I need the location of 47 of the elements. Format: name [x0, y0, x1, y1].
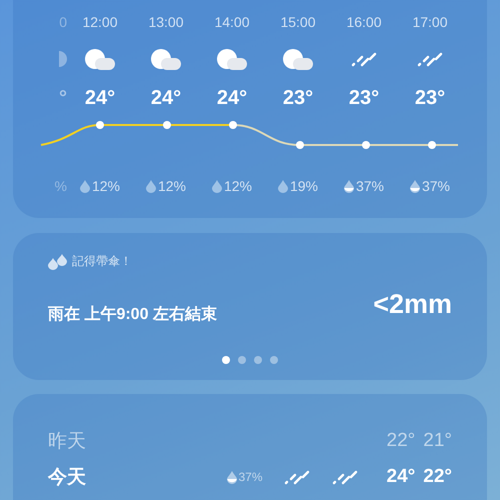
- high-temperature: 22°: [386, 430, 416, 452]
- hour-time: 14:00: [214, 14, 250, 30]
- hour-temperature: 24°: [150, 86, 182, 110]
- hour-temperature: 23°: [414, 86, 446, 110]
- precipitation-chance: 12%: [224, 178, 252, 194]
- hour-time: 0: [59, 14, 67, 30]
- rain-icon: [282, 469, 311, 485]
- raindrop-icon: [344, 180, 354, 192]
- low-temperature: 22°: [423, 466, 452, 488]
- raindrop-icon: [226, 470, 236, 484]
- rain-icon: [416, 51, 444, 67]
- precipitation-chance: %: [54, 178, 67, 194]
- precipitation-chance: 19%: [290, 178, 318, 194]
- hour-temperature: °: [59, 86, 67, 110]
- raindrop-icon: [278, 180, 288, 192]
- precipitation-chance: 37%: [422, 178, 450, 194]
- page-dot[interactable]: [270, 356, 278, 364]
- raindrop-icon: [410, 180, 420, 192]
- precipitation-chance: 12%: [158, 178, 186, 194]
- umbrella-reminder: 記得帶傘！: [72, 253, 132, 270]
- raindrops-icon: [48, 254, 68, 270]
- precipitation-chance: 12%: [92, 178, 120, 194]
- raindrop-icon: [212, 180, 222, 192]
- precipitation-chance: 37%: [356, 178, 384, 194]
- day-name: 今天: [48, 466, 87, 490]
- hour-temperature: 24°: [84, 86, 116, 110]
- hour-time: 17:00: [412, 14, 448, 30]
- hour-time: 16:00: [346, 14, 382, 30]
- hour-time: 13:00: [148, 14, 184, 30]
- high-temperature: 24°: [386, 466, 416, 488]
- hour-time: 15:00: [280, 14, 316, 30]
- rain-end-message: 雨在 上午9:00 左右結束: [48, 304, 217, 325]
- rain-amount: <2mm: [373, 289, 452, 320]
- rain-icon: [330, 469, 359, 485]
- page-dot[interactable]: [254, 356, 262, 364]
- hour-temperature: 23°: [282, 86, 314, 110]
- hour-temperature: 23°: [348, 86, 380, 110]
- hour-temperature: 24°: [216, 86, 248, 110]
- raindrop-icon: [146, 180, 156, 192]
- rain-icon: [350, 51, 378, 67]
- day-name: 昨天: [48, 430, 87, 454]
- precipitation-chance: 37%: [238, 470, 263, 484]
- hour-time: 12:00: [82, 14, 118, 30]
- page-dot[interactable]: [238, 356, 246, 364]
- low-temperature: 21°: [423, 430, 452, 452]
- page-dot[interactable]: [222, 356, 230, 364]
- raindrop-icon: [80, 180, 90, 192]
